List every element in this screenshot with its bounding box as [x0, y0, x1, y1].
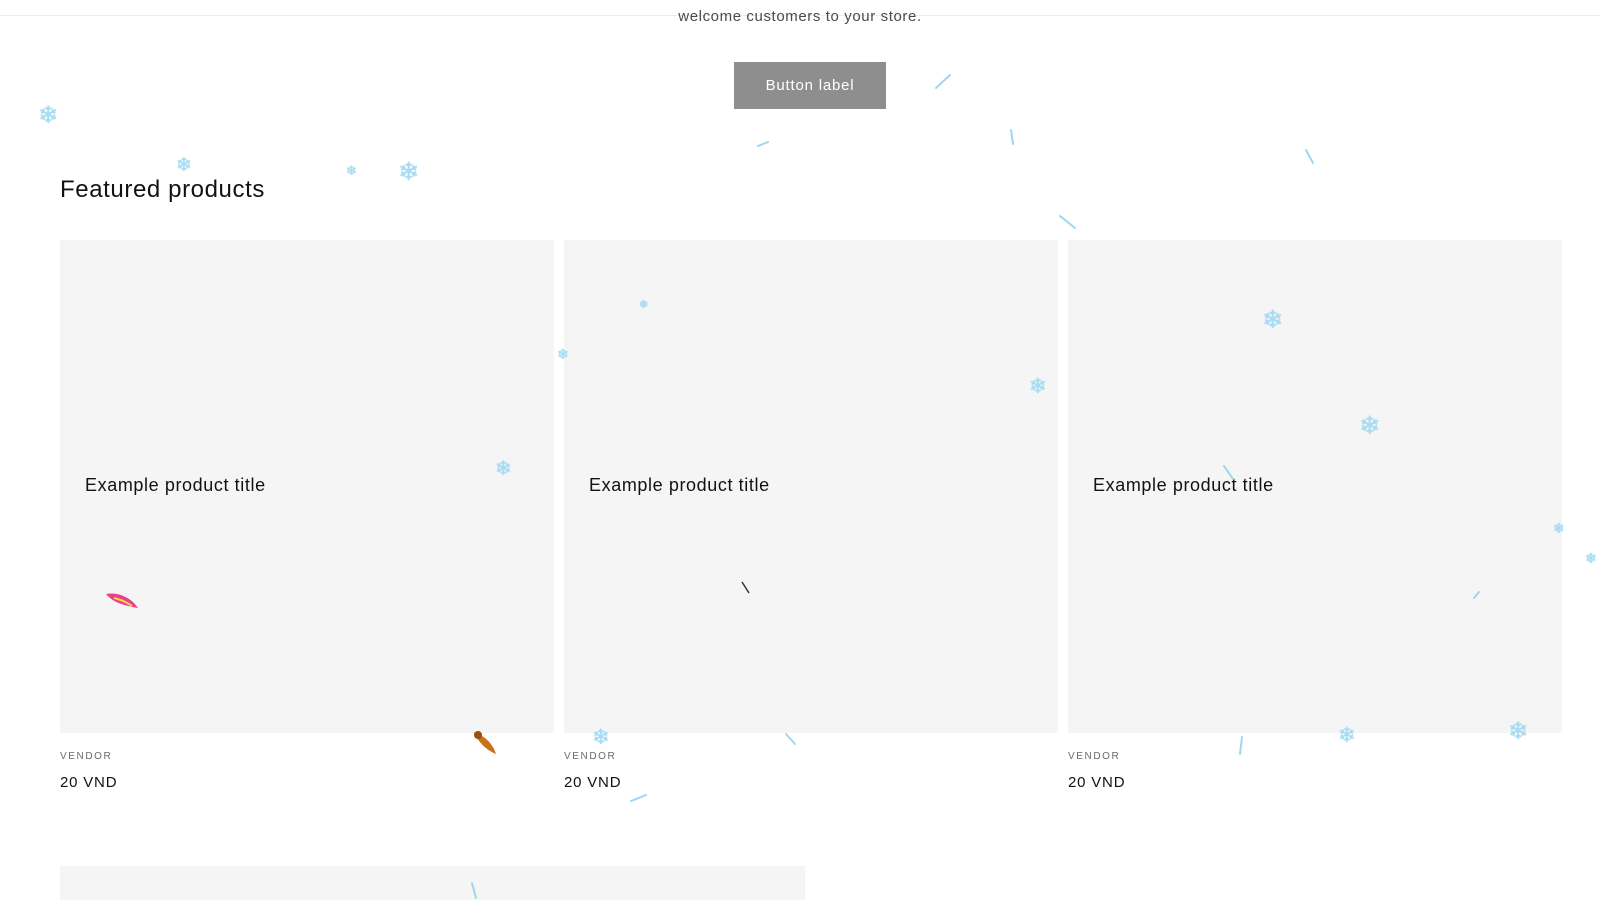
product-title[interactable]: Example product title — [1093, 475, 1274, 496]
product-title[interactable]: Example product title — [589, 475, 770, 496]
snowflake-icon: ❄ — [1585, 550, 1597, 566]
product-image-placeholder[interactable] — [60, 866, 805, 900]
snowflake-icon: ❄ — [398, 158, 419, 186]
product-vendor: VENDOR — [564, 751, 617, 762]
snowflake-icon: ❄ — [176, 155, 192, 176]
product-card[interactable]: Example product title VENDOR 20 VND — [1068, 240, 1562, 800]
product-price: 20 VND — [60, 774, 118, 791]
store-page: welcome customers to your store. Button … — [0, 0, 1600, 900]
product-card[interactable]: Example product title VENDOR 20 VND — [60, 240, 554, 800]
snowflake-icon: ❄ — [346, 163, 357, 178]
product-image-placeholder[interactable]: Example product title — [60, 240, 554, 733]
snowflake-icon: ❄ — [38, 102, 59, 129]
product-title[interactable]: Example product title — [85, 475, 266, 496]
product-vendor: VENDOR — [1068, 751, 1121, 762]
banner-cta-button[interactable]: Button label — [734, 62, 886, 109]
product-price: 20 VND — [564, 774, 622, 791]
featured-products-heading: Featured products — [60, 176, 265, 203]
product-price: 20 VND — [1068, 774, 1126, 791]
product-image-placeholder[interactable]: Example product title — [1068, 240, 1562, 733]
welcome-text: welcome customers to your store. — [678, 8, 922, 25]
product-image-placeholder[interactable]: Example product title — [564, 240, 1058, 733]
product-vendor: VENDOR — [60, 751, 113, 762]
product-card[interactable]: Example product title VENDOR 20 VND — [564, 240, 1058, 800]
